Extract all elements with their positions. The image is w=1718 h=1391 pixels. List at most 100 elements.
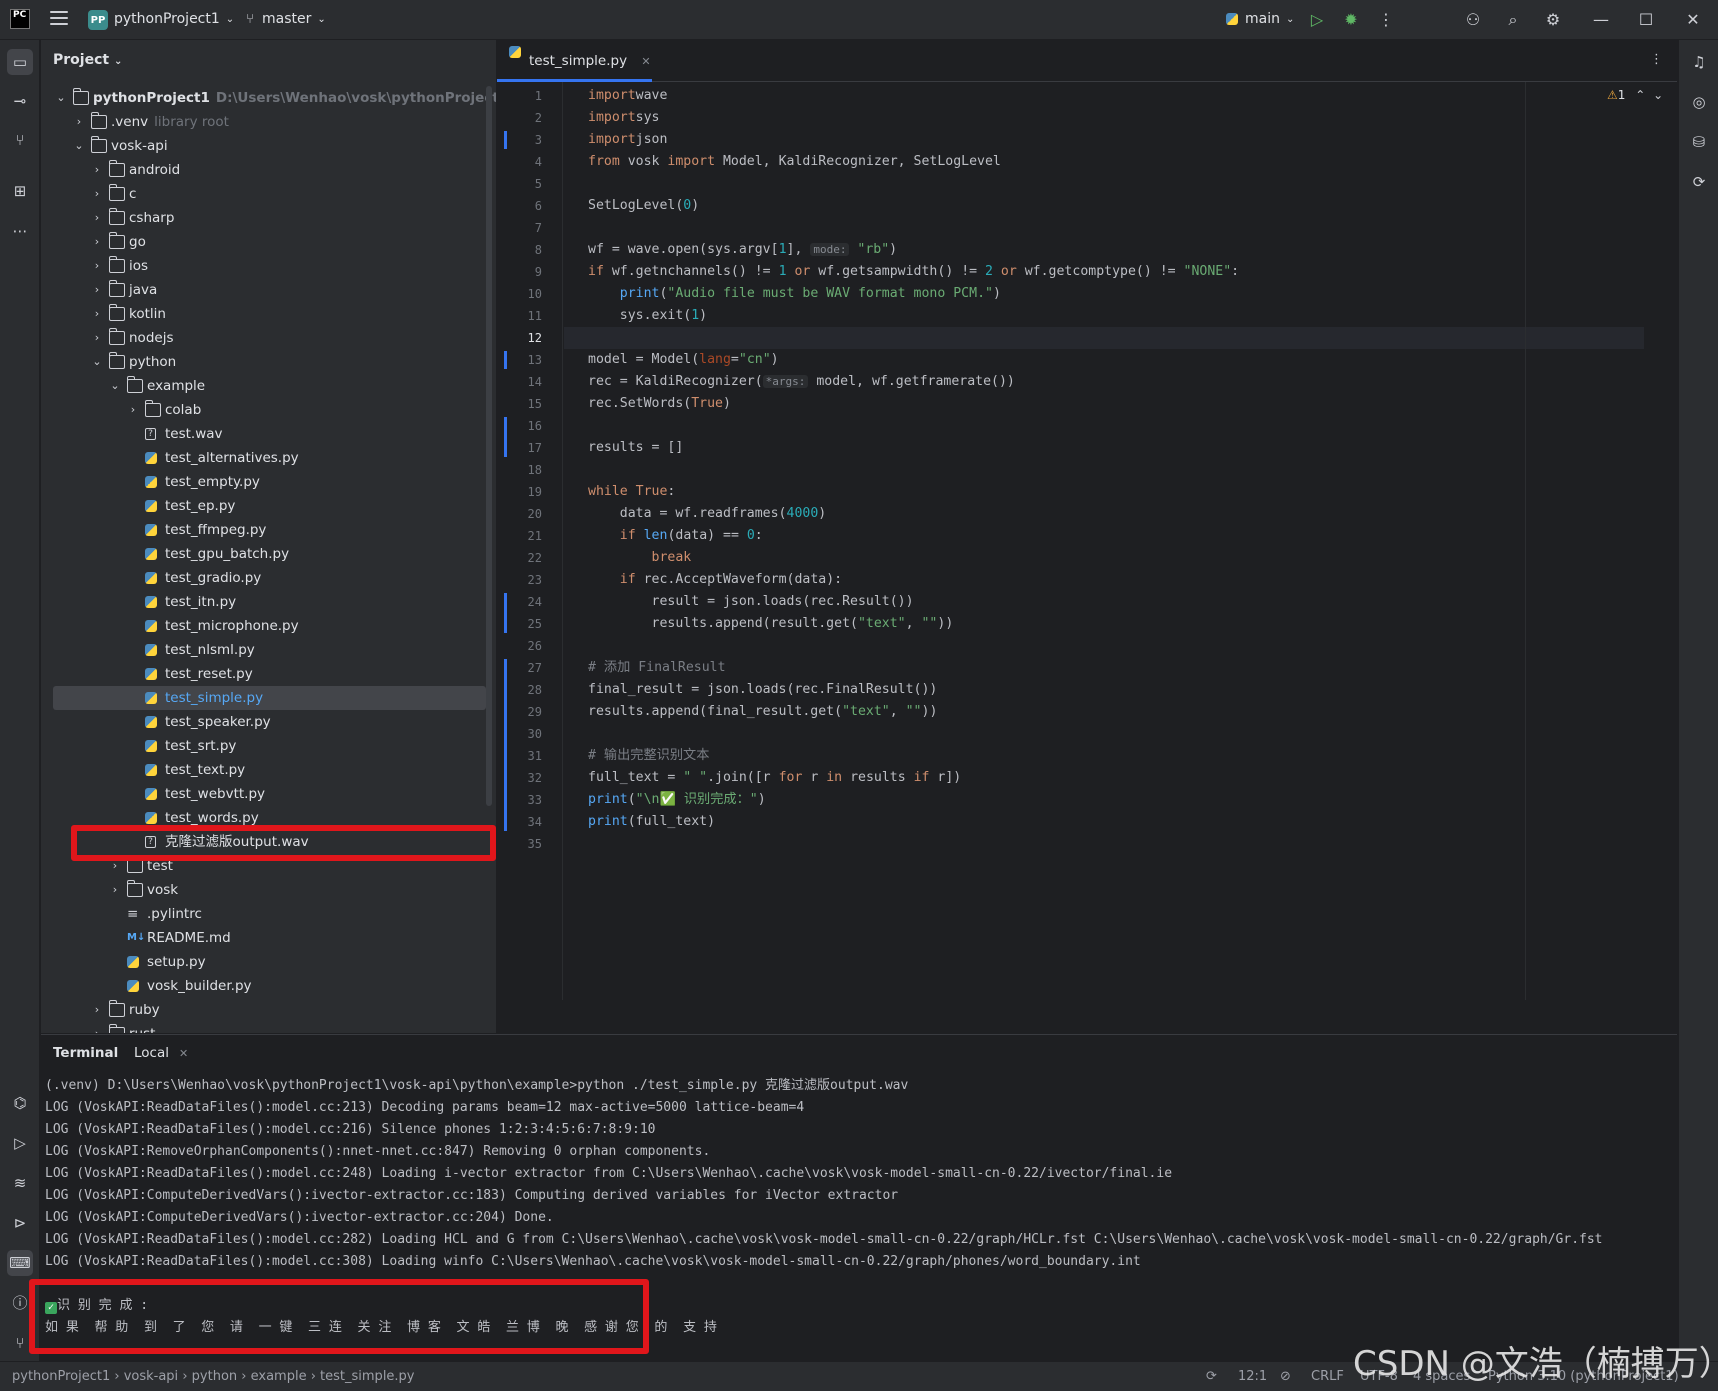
tree-item[interactable]: vosk_builder.py xyxy=(41,974,486,998)
layers-icon[interactable]: ≋ xyxy=(7,1170,33,1196)
search-icon[interactable]: ⌕ xyxy=(1503,10,1523,30)
chevron-down-icon[interactable]: ⌄ xyxy=(73,134,85,158)
tab-options-icon[interactable]: ⋮ xyxy=(1650,52,1663,67)
code-line[interactable]: # 输出完整识别文本 xyxy=(564,745,709,767)
services-icon[interactable]: ⊳ xyxy=(7,1210,33,1236)
tree-item[interactable]: test_gradio.py xyxy=(41,566,486,590)
code-line[interactable]: sys.exit(1) xyxy=(564,305,707,327)
chevron-right-icon[interactable]: › xyxy=(91,254,103,278)
pull-requests-icon[interactable]: ⑂ xyxy=(7,127,33,153)
run-icon[interactable]: ▷ xyxy=(1307,10,1327,30)
chevron-right-icon[interactable]: › xyxy=(91,326,103,350)
project-switcher[interactable]: pythonProject1 ⌄ xyxy=(114,11,234,27)
tree-item[interactable]: ⌄ vosk-api xyxy=(41,134,486,158)
tab-test-simple[interactable]: test_simple.py ✕ xyxy=(497,40,652,82)
code-line[interactable]: rec = KaldiRecognizer(*args: model, wf.g… xyxy=(564,371,1015,393)
tree-item[interactable]: › go xyxy=(41,230,486,254)
vcs-change-marker[interactable] xyxy=(504,417,507,457)
code-line[interactable] xyxy=(564,723,588,745)
code-line[interactable]: print("\n✅ 识别完成：") xyxy=(564,789,766,811)
project-folder-icon[interactable]: ▭ xyxy=(7,49,33,75)
tree-item[interactable]: test_srt.py xyxy=(41,734,486,758)
database-icon[interactable]: ⛁ xyxy=(1686,129,1712,155)
terminal-title[interactable]: Terminal xyxy=(53,1045,118,1061)
commit-icon[interactable]: ⊸ xyxy=(7,88,33,114)
tree-item[interactable]: test_simple.py xyxy=(53,686,486,710)
chevron-right-icon[interactable]: › xyxy=(91,998,103,1022)
tree-item[interactable]: M↓ README.md xyxy=(41,926,486,950)
tree-item[interactable]: ≡ .pylintrc xyxy=(41,902,486,926)
tree-item[interactable]: test_empty.py xyxy=(41,470,486,494)
run-tool-icon[interactable]: ▷ xyxy=(7,1130,33,1156)
vcs-change-marker[interactable] xyxy=(504,351,507,369)
tree-item[interactable]: › ios xyxy=(41,254,486,278)
caret-position[interactable]: 12:1 xyxy=(1238,1369,1267,1384)
tree-item[interactable]: test_itn.py xyxy=(41,590,486,614)
structure-icon[interactable]: ⊞ xyxy=(7,178,33,204)
chevron-right-icon[interactable]: › xyxy=(91,206,103,230)
chevron-right-icon[interactable]: › xyxy=(91,182,103,206)
more-tools-icon[interactable]: ⋯ xyxy=(7,218,33,244)
code-line[interactable]: if len(data) == 0: xyxy=(564,525,763,547)
code-line[interactable]: if rec.AcceptWaveform(data): xyxy=(564,569,842,591)
code-line[interactable] xyxy=(564,459,588,481)
inspection-widget[interactable]: ⚠1 ⌃ ⌄ xyxy=(1607,88,1663,102)
chevron-right-icon[interactable]: › xyxy=(91,302,103,326)
code-line[interactable] xyxy=(564,635,588,657)
branch-switcher[interactable]: master ⌄ xyxy=(262,11,326,27)
breadcrumb-item[interactable]: vosk-api xyxy=(124,1369,178,1384)
maximize-icon[interactable]: ☐ xyxy=(1636,10,1656,30)
python-console-icon[interactable]: ⌬ xyxy=(7,1090,33,1116)
code-line[interactable] xyxy=(564,173,588,195)
run-config-selector[interactable]: main ⌄ xyxy=(1245,11,1294,27)
sync-icon[interactable]: ⟳ xyxy=(1206,1369,1217,1384)
chevron-right-icon[interactable]: › xyxy=(91,278,103,302)
code-line[interactable]: full_text = " ".join([r for r in results… xyxy=(564,767,961,789)
tree-item[interactable]: › c xyxy=(41,182,486,206)
tree-item[interactable]: test_speaker.py xyxy=(41,710,486,734)
code-line[interactable] xyxy=(564,327,1644,349)
close-icon[interactable]: ✕ xyxy=(1683,10,1703,30)
chevron-down-icon[interactable]: ⌄ xyxy=(91,350,103,374)
tree-item[interactable]: test_microphone.py xyxy=(41,614,486,638)
vcs-change-marker[interactable] xyxy=(504,593,507,633)
code-line[interactable]: rec.SetWords(True) xyxy=(564,393,731,415)
code-line[interactable]: print("Audio file must be WAV format mon… xyxy=(564,283,1001,305)
tree-item[interactable]: › android xyxy=(41,158,486,182)
tree-item[interactable]: test_webvtt.py xyxy=(41,782,486,806)
breadcrumb-item[interactable]: test_simple.py xyxy=(320,1369,414,1384)
code-line[interactable] xyxy=(564,833,588,855)
chevron-right-icon[interactable]: › xyxy=(91,158,103,182)
code-line[interactable]: model = Model(lang="cn") xyxy=(564,349,779,371)
tree-item[interactable]: ⌄ example xyxy=(41,374,486,398)
tree-item[interactable]: › .venv library root xyxy=(41,110,486,134)
tree-item[interactable]: › rust xyxy=(41,1022,486,1033)
project-panel-title[interactable]: Project ⌄ xyxy=(53,52,122,68)
code-line[interactable]: from vosk import Model, KaldiRecognizer,… xyxy=(564,151,1001,173)
breadcrumb-item[interactable]: example xyxy=(251,1369,307,1384)
minimize-icon[interactable]: — xyxy=(1591,10,1611,30)
chevron-right-icon[interactable]: › xyxy=(73,110,85,134)
tree-item[interactable]: › vosk xyxy=(41,878,486,902)
vcs-change-marker[interactable] xyxy=(504,659,507,831)
code-line[interactable]: importsys xyxy=(564,107,659,129)
chevron-right-icon[interactable]: › xyxy=(109,878,121,902)
no-watch-icon[interactable]: ⊘ xyxy=(1280,1369,1291,1384)
vcs-change-marker[interactable] xyxy=(504,131,507,149)
tree-item[interactable]: test_text.py xyxy=(41,758,486,782)
tree-item[interactable]: test_nlsml.py xyxy=(41,638,486,662)
notifications-bell-icon[interactable]: ♫ xyxy=(1686,49,1712,75)
code-line[interactable]: wf = wave.open(sys.argv[1], mode: "rb") xyxy=(564,239,897,261)
tab-local[interactable]: Local ✕ xyxy=(134,1045,188,1061)
code-line[interactable]: print(full_text) xyxy=(564,811,715,833)
close-tab-icon[interactable]: ✕ xyxy=(641,55,650,68)
tree-item[interactable]: test_gpu_batch.py xyxy=(41,542,486,566)
chevron-down-icon[interactable]: ⌄ xyxy=(109,374,121,398)
code-line[interactable]: final_result = json.loads(rec.FinalResul… xyxy=(564,679,937,701)
chevron-right-icon[interactable]: › xyxy=(91,230,103,254)
terminal-icon[interactable]: ⌨ xyxy=(7,1250,33,1276)
tree-item[interactable]: test_ffmpeg.py xyxy=(41,518,486,542)
tree-item[interactable]: ⌄ pythonProject1 D:\Users\Wenhao\vosk\pyth… xyxy=(41,86,496,110)
ai-assistant-icon[interactable]: ◎ xyxy=(1686,89,1712,115)
code-line[interactable] xyxy=(564,415,588,437)
